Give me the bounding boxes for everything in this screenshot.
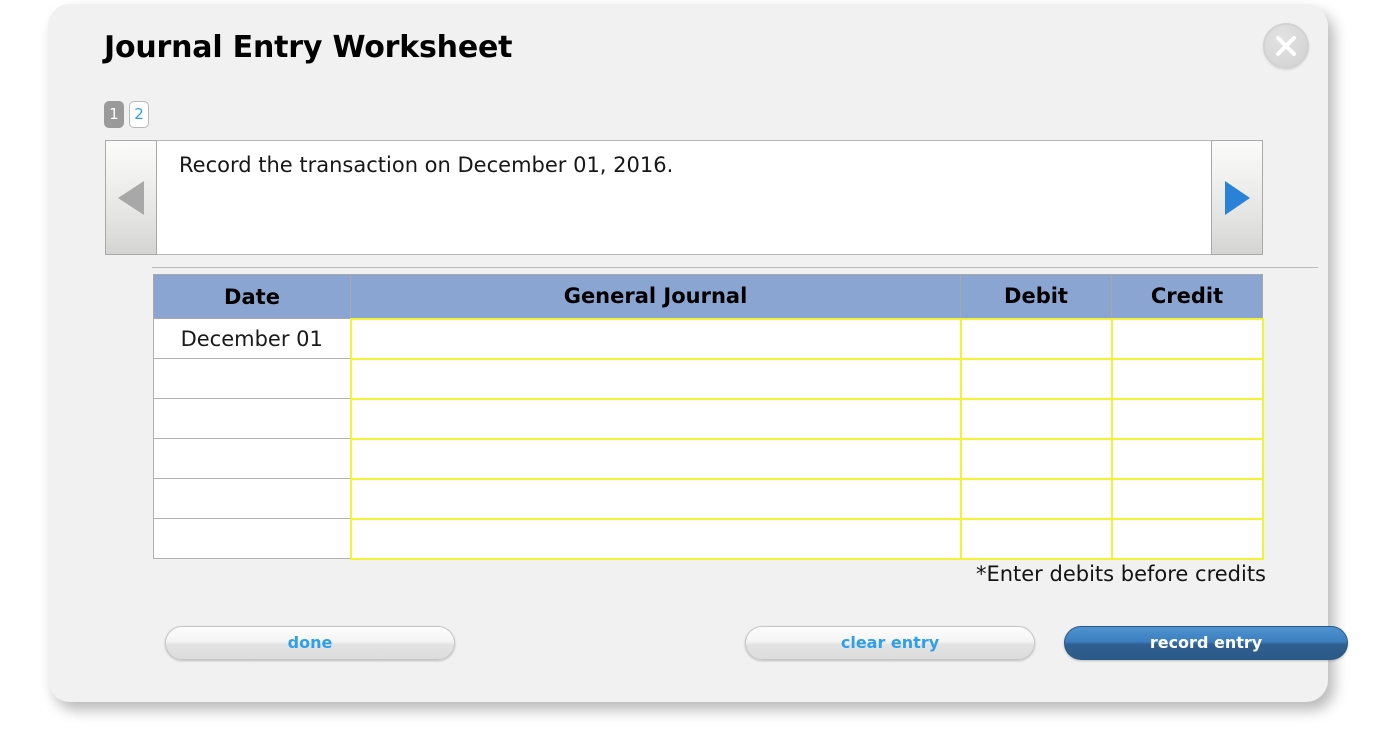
triangle-right-icon — [1225, 180, 1250, 215]
journal-entry-table: Date General Journal Debit Credit Decemb… — [153, 274, 1264, 560]
table-row — [153, 437, 1264, 480]
debit-input[interactable] — [959, 317, 1113, 360]
credit-input[interactable] — [1110, 357, 1264, 400]
general-journal-input[interactable] — [349, 437, 962, 480]
debit-input[interactable] — [959, 477, 1113, 520]
column-header-date: Date — [153, 274, 351, 319]
table-row — [153, 517, 1264, 560]
credit-input[interactable] — [1110, 397, 1264, 440]
instruction-row: Record the transaction on December 01, 2… — [105, 140, 1263, 255]
date-cell — [153, 518, 351, 559]
date-cell — [153, 398, 351, 439]
tab-1[interactable]: 1 — [104, 101, 124, 128]
footnote: *Enter debits before credits — [975, 562, 1266, 586]
tab-2[interactable]: 2 — [129, 101, 149, 128]
column-header-debit: Debit — [960, 274, 1112, 319]
general-journal-input[interactable] — [349, 357, 962, 400]
divider — [152, 267, 1318, 268]
debit-input[interactable] — [959, 517, 1113, 560]
general-journal-input[interactable] — [349, 517, 962, 560]
credit-input[interactable] — [1110, 477, 1264, 520]
worksheet-tabs: 1 2 — [104, 101, 149, 128]
journal-entry-worksheet-dialog: Journal Entry Worksheet 1 2 Record the t… — [48, 4, 1348, 702]
date-cell — [153, 438, 351, 479]
page-title: Journal Entry Worksheet — [104, 30, 513, 65]
table-row — [153, 397, 1264, 440]
record-entry-button[interactable]: record entry — [1064, 626, 1348, 660]
credit-input[interactable] — [1110, 317, 1264, 360]
column-header-credit: Credit — [1111, 274, 1263, 319]
done-button[interactable]: done — [165, 626, 455, 660]
next-button[interactable] — [1211, 140, 1263, 255]
debit-input[interactable] — [959, 357, 1113, 400]
debit-input[interactable] — [959, 437, 1113, 480]
credit-input[interactable] — [1110, 437, 1264, 480]
instruction-box: Record the transaction on December 01, 2… — [157, 140, 1211, 255]
general-journal-input[interactable] — [349, 317, 962, 360]
date-cell — [153, 478, 351, 519]
credit-input[interactable] — [1110, 517, 1264, 560]
debit-input[interactable] — [959, 397, 1113, 440]
date-cell: December 01 — [153, 318, 351, 359]
general-journal-input[interactable] — [349, 397, 962, 440]
clear-entry-button[interactable]: clear entry — [745, 626, 1035, 660]
table-header-row: Date General Journal Debit Credit — [153, 274, 1263, 319]
close-icon — [1276, 36, 1296, 56]
previous-button[interactable] — [105, 140, 157, 255]
table-row — [153, 357, 1264, 400]
column-header-general-journal: General Journal — [350, 274, 961, 319]
instruction-text: Record the transaction on December 01, 2… — [179, 153, 674, 177]
table-row: December 01 — [153, 317, 1264, 360]
table-row — [153, 477, 1264, 520]
close-button[interactable] — [1263, 23, 1309, 69]
date-cell — [153, 358, 351, 399]
triangle-left-icon — [118, 180, 144, 215]
general-journal-input[interactable] — [349, 477, 962, 520]
